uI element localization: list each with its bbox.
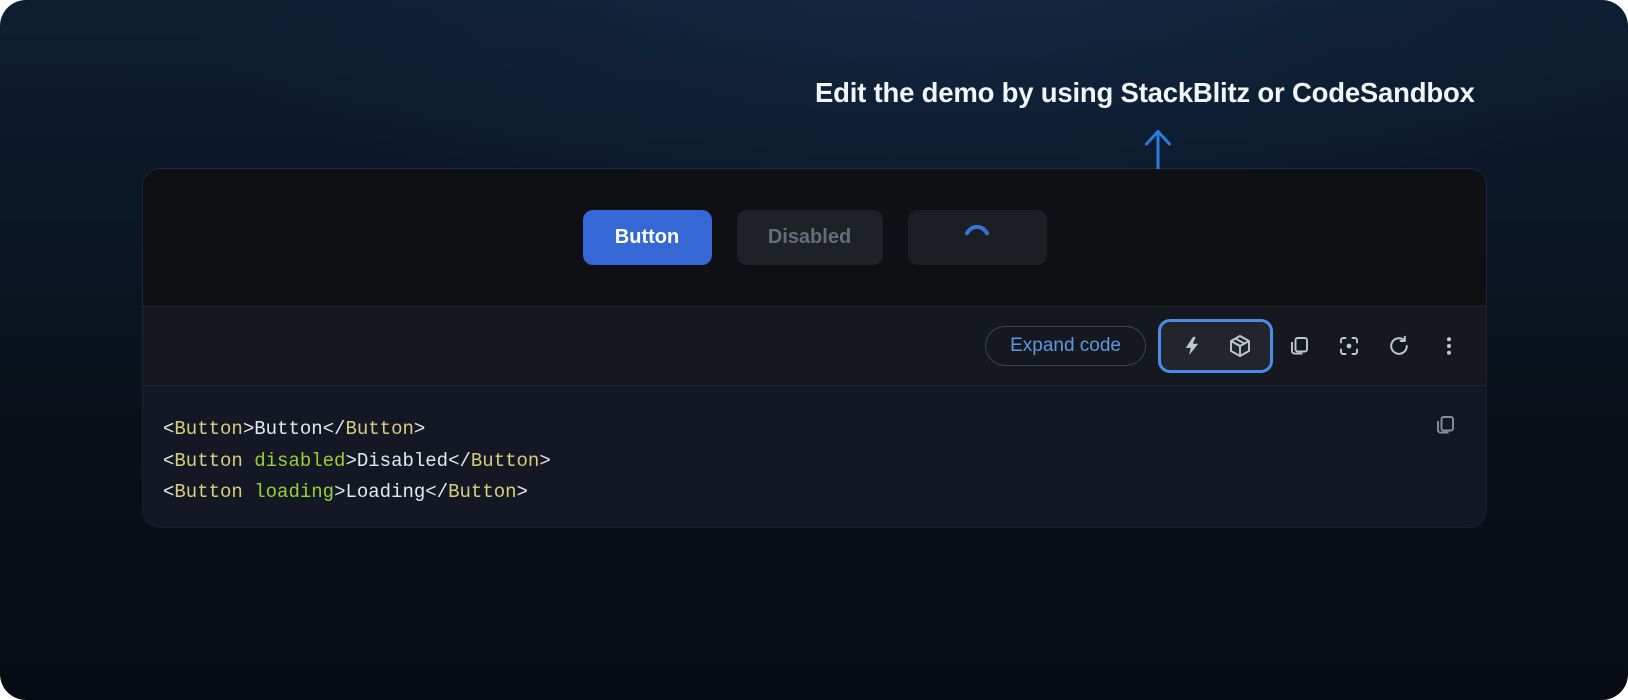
refresh-icon (1387, 334, 1411, 358)
code-line: <Button disabled>Disabled</Button> (163, 446, 1466, 478)
code-token: < (163, 450, 174, 472)
more-menu-button[interactable] (1437, 334, 1461, 358)
code-token: > (345, 450, 356, 472)
code-token: Button (174, 450, 242, 472)
code-line: <Button loading>Loading</Button> (163, 477, 1466, 509)
codesandbox-icon (1228, 334, 1252, 358)
stackblitz-icon (1181, 335, 1203, 357)
code-token (243, 481, 254, 503)
demo-preview: Button Disabled (143, 169, 1486, 306)
annotation-label: Edit the demo by using StackBlitz or Cod… (815, 77, 1475, 109)
loading-button[interactable] (908, 210, 1047, 265)
code-token: Button (448, 481, 516, 503)
code-token: Button (345, 418, 413, 440)
code-token: < (163, 481, 174, 503)
loading-spinner-icon (963, 224, 991, 252)
code-token (243, 450, 254, 472)
copy-demo-button[interactable] (1287, 334, 1311, 358)
code-token: </ (425, 481, 448, 503)
code-token: Button (471, 450, 539, 472)
code-token: </ (448, 450, 471, 472)
center-focus-icon (1337, 334, 1361, 358)
code-token: > (517, 481, 528, 503)
code-token: > (414, 418, 425, 440)
code-token: > (243, 418, 254, 440)
code-token: Button (174, 481, 242, 503)
code-token: disabled (254, 450, 345, 472)
copy-icon (1287, 334, 1311, 358)
code-lines: <Button>Button</Button><Button disabled>… (163, 414, 1466, 509)
demo-toolbar: Expand code (143, 306, 1486, 386)
page-background: Edit the demo by using StackBlitz or Cod… (0, 0, 1628, 700)
code-token: > (539, 450, 550, 472)
code-token: </ (323, 418, 346, 440)
code-token: Disabled (357, 450, 448, 472)
code-token: Loading (345, 481, 425, 503)
code-token: > (334, 481, 345, 503)
code-block: <Button>Button</Button><Button disabled>… (143, 386, 1486, 527)
disabled-button[interactable]: Disabled (737, 210, 883, 265)
expand-code-button[interactable]: Expand code (985, 326, 1146, 366)
sandbox-highlight-box (1158, 319, 1273, 373)
code-token: loading (254, 481, 334, 503)
code-token: < (163, 418, 174, 440)
copy-code-button[interactable] (1432, 412, 1458, 438)
code-line: <Button>Button</Button> (163, 414, 1466, 446)
demo-card: Button Disabled Expand code (142, 168, 1487, 528)
refresh-button[interactable] (1387, 334, 1411, 358)
primary-button[interactable]: Button (583, 210, 712, 265)
code-token: Button (254, 418, 322, 440)
more-vertical-icon (1437, 334, 1461, 358)
code-token: Button (174, 418, 242, 440)
copy-icon (1433, 413, 1457, 437)
center-focus-button[interactable] (1337, 334, 1361, 358)
codesandbox-button[interactable] (1228, 334, 1252, 358)
stackblitz-button[interactable] (1180, 334, 1204, 358)
